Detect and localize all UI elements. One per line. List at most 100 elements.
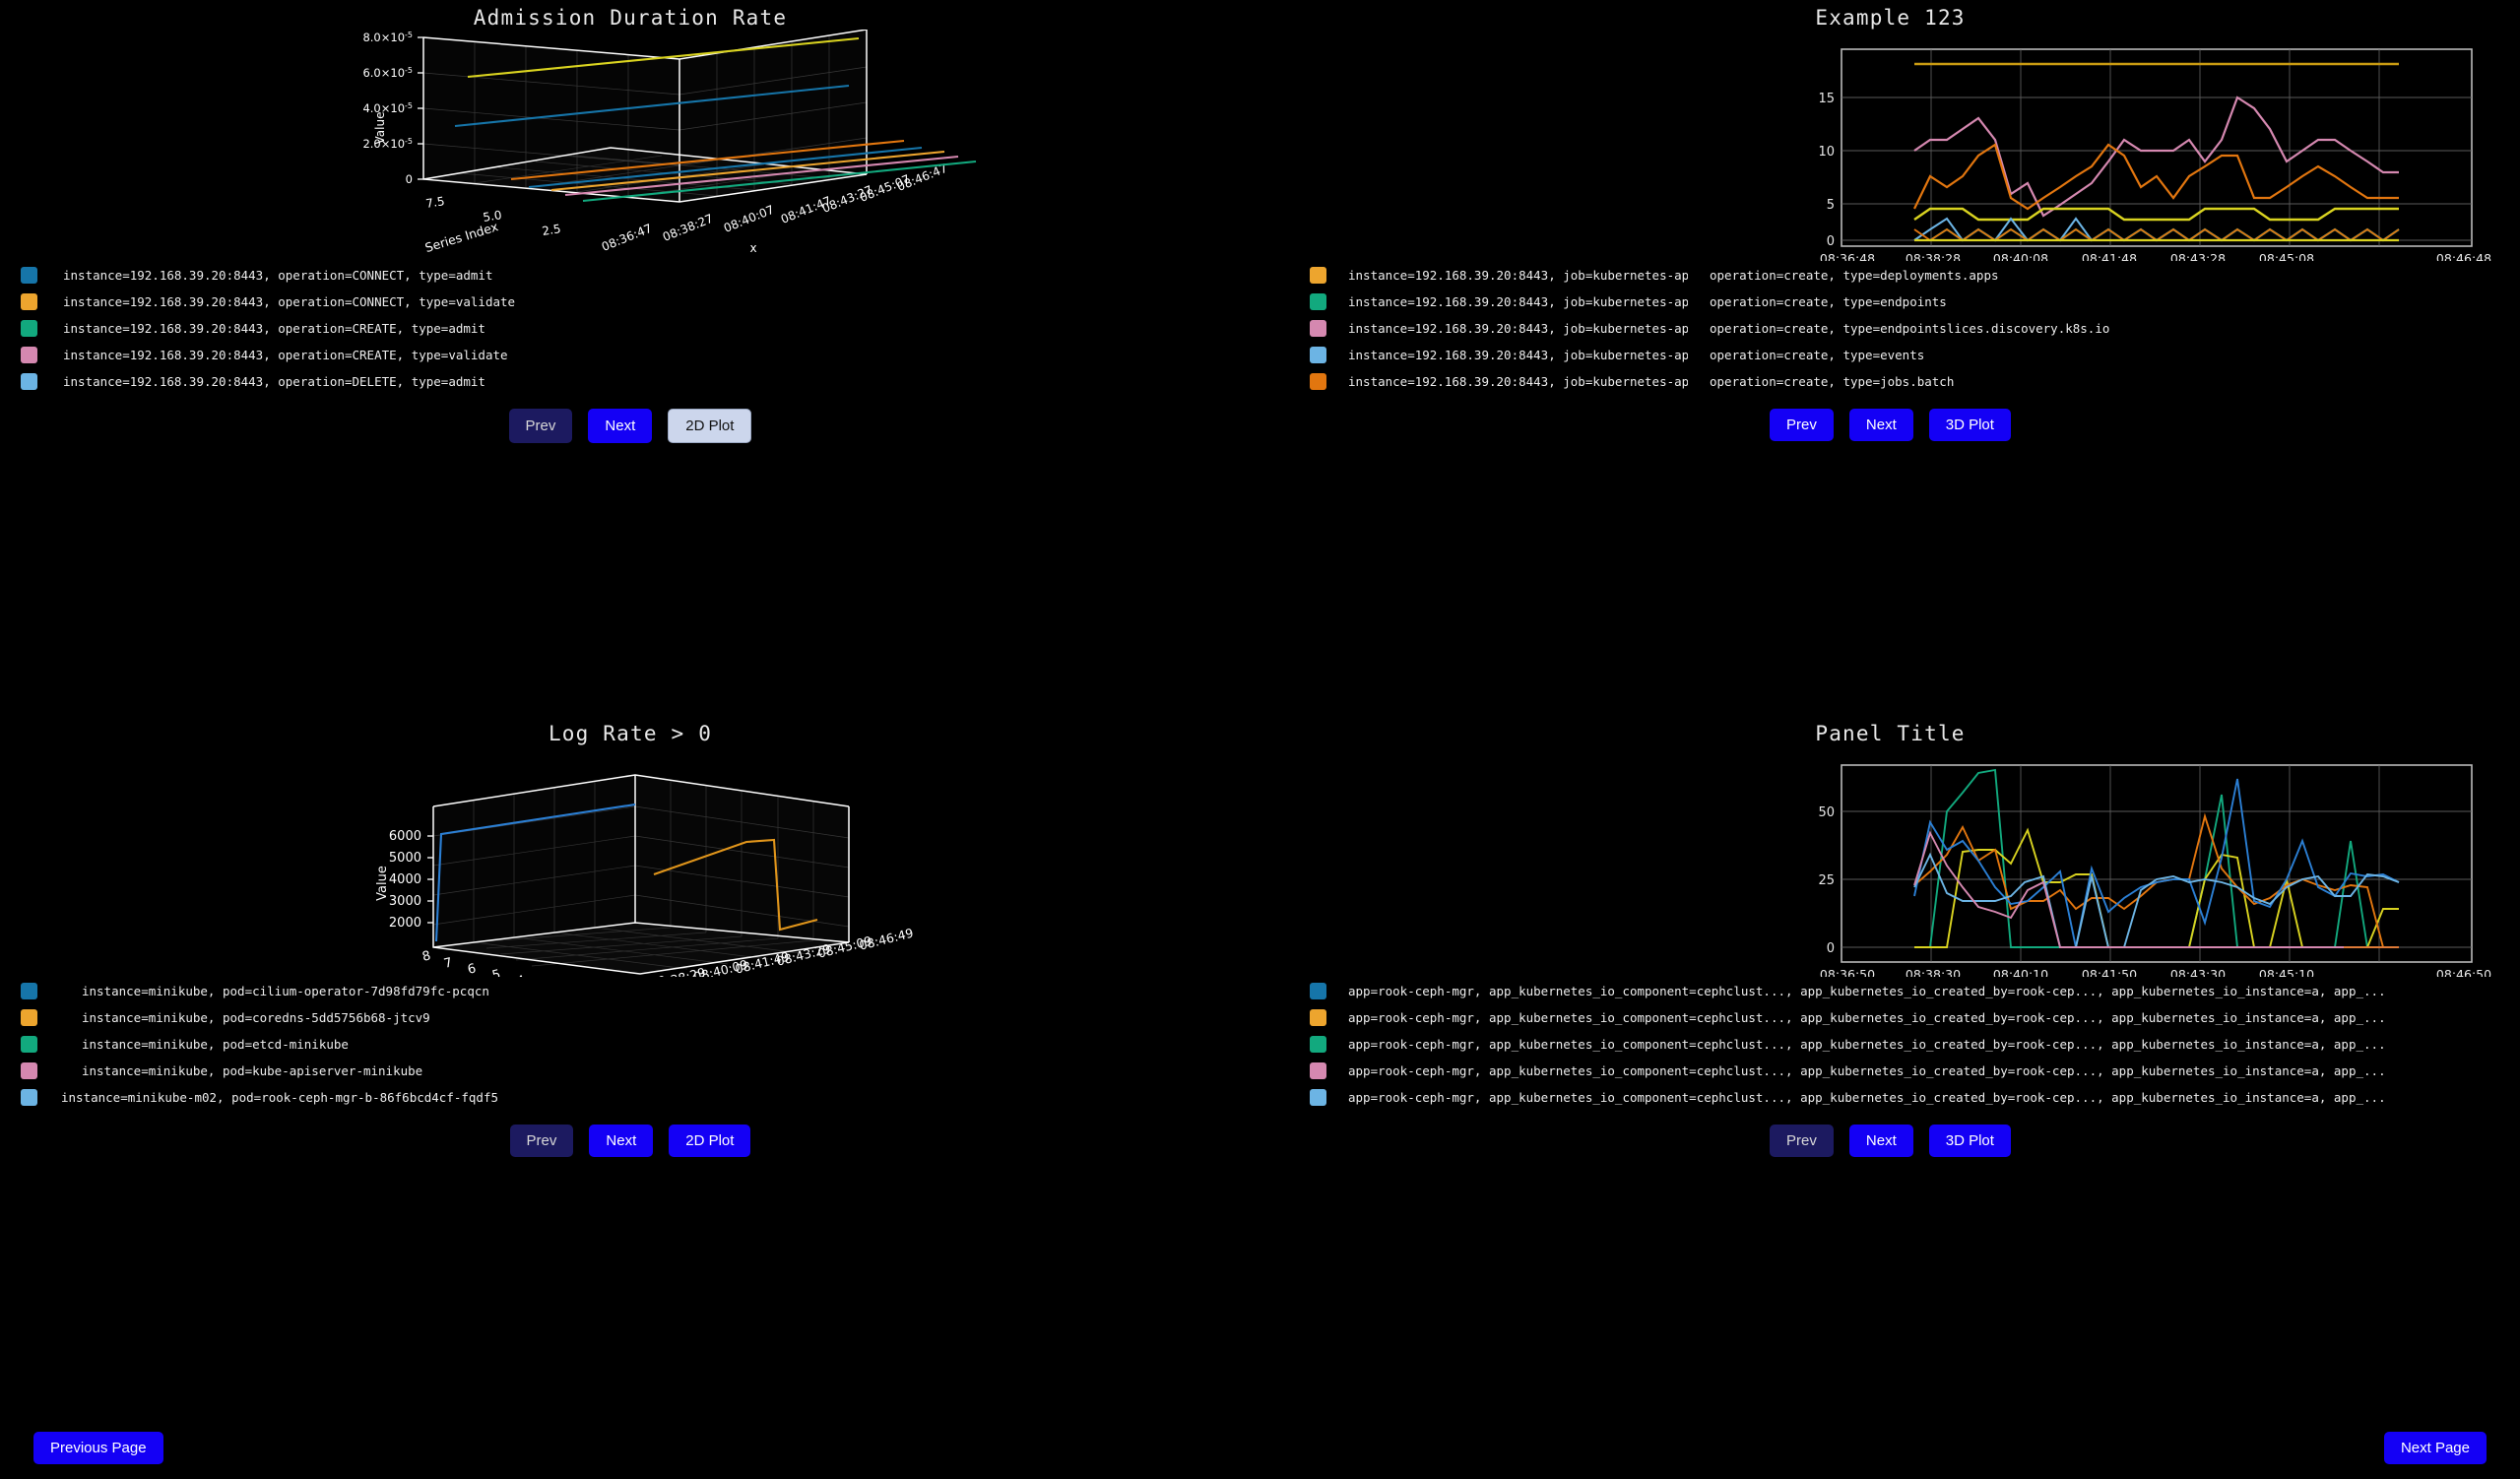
previous-page-button[interactable]: Previous Page [33,1432,163,1464]
legend-swatch [1310,347,1326,363]
svg-text:0: 0 [406,172,413,186]
svg-text:5000: 5000 [389,851,421,866]
legend-swatch [1310,293,1326,310]
legend-swatch [21,320,37,337]
legend-swatch [21,373,37,390]
next-button[interactable]: Next [1849,1125,1913,1157]
plot-2d-svg: 0 25 50 08:36:50 08:38:30 08:40:10 08:41… [1260,745,2520,977]
legend-item[interactable]: instance=192.168.39.20:8443, job=kuberne… [1260,289,2520,315]
svg-text:08:45:08: 08:45:08 [2259,251,2314,261]
legend-label: app=rook-ceph-mgr, app_kubernetes_io_com… [1348,1010,2386,1025]
legend-swatch [21,1062,37,1079]
legend-item[interactable]: app=rook-ceph-mgr, app_kubernetes_io_com… [1260,1084,2520,1111]
svg-text:10: 10 [1818,145,1835,160]
legend-label: instance=minikube, pod=coredns-5dd5756b6… [82,1010,430,1025]
svg-text:0: 0 [1827,941,1835,956]
legend-swatch [1310,1036,1326,1053]
legend-label-part-b: operation=create, type=jobs.batch [1710,374,1954,389]
legend-item[interactable]: instance=minikube, pod=etcd-minikube [0,1031,1260,1058]
legend-item[interactable]: instance=minikube, pod=cilium-operator-7… [0,978,1260,1004]
prev-button[interactable]: Prev [509,409,573,443]
svg-text:4: 4 [515,973,527,977]
svg-text:Series Index: Series Index [423,219,500,255]
legend-item[interactable]: instance=192.168.39.20:8443, job=kuberne… [1260,262,2520,289]
panel-panel-title: Panel Title 0 25 50 [1260,716,2520,1418]
legend-label-part-a: instance=192.168.39.20:8443, job=kuberne… [1348,374,1688,389]
legend-swatch [1310,983,1326,999]
legend-label: instance=minikube, pod=kube-apiserver-mi… [82,1063,422,1078]
legend-item[interactable]: instance=minikube, pod=kube-apiserver-mi… [0,1058,1260,1084]
legend-item[interactable]: app=rook-ceph-mgr, app_kubernetes_io_com… [1260,1031,2520,1058]
svg-text:7: 7 [442,955,454,972]
prev-button[interactable]: Prev [1770,1125,1834,1157]
plot-2d-svg: 0 5 10 15 08:36:48 08:38:28 08:40:08 08:… [1260,30,2520,261]
svg-text:8.0×10-5: 8.0×10-5 [362,31,413,44]
legend-top-left: instance=192.168.39.20:8443, operation=C… [0,262,1260,395]
legend-bottom-left: instance=minikube, pod=cilium-operator-7… [0,978,1260,1111]
legend-label: app=rook-ceph-mgr, app_kubernetes_io_com… [1348,1090,2386,1105]
svg-text:08:45:10: 08:45:10 [2259,967,2314,977]
legend-swatch [21,983,37,999]
svg-text:08:40:10: 08:40:10 [1993,967,2048,977]
legend-item[interactable]: instance=minikube, pod=coredns-5dd5756b6… [0,1004,1260,1031]
legend-item[interactable]: instance=192.168.39.20:8443, operation=D… [0,368,1260,395]
svg-text:6.0×10-5: 6.0×10-5 [362,66,413,80]
legend-item[interactable]: instance=192.168.39.20:8443, operation=C… [0,342,1260,368]
next-button[interactable]: Next [589,1125,653,1157]
prev-button[interactable]: Prev [1770,409,1834,441]
legend-label: instance=minikube, pod=cilium-operator-7… [82,984,489,998]
legend-label: instance=192.168.39.20:8443, operation=C… [63,321,485,336]
plot-mode-toggle-button[interactable]: 3D Plot [1929,1125,2011,1157]
svg-text:2.5: 2.5 [541,222,561,238]
legend-item[interactable]: app=rook-ceph-mgr, app_kubernetes_io_com… [1260,1004,2520,1031]
next-page-button[interactable]: Next Page [2384,1432,2487,1464]
legend-item[interactable]: instance=192.168.39.20:8443, operation=C… [0,262,1260,289]
panel-controls-bottom-left: Prev Next 2D Plot [0,1125,1260,1157]
svg-text:4.0×10-5: 4.0×10-5 [362,101,413,115]
svg-text:08:41:50: 08:41:50 [2082,967,2137,977]
plot-3d-admission-duration-rate[interactable]: 0 2.0×10-5 4.0×10-5 6.0×10-5 8.0×10-5 Va… [0,30,1260,256]
legend-label: app=rook-ceph-mgr, app_kubernetes_io_com… [1348,1037,2386,1052]
svg-text:08:46:49: 08:46:49 [858,926,915,953]
legend-label-part-b: operation=create, type=deployments.apps [1710,268,1999,283]
legend-item[interactable]: instance=192.168.39.20:8443, job=kuberne… [1260,368,2520,395]
legend-item[interactable]: instance=minikube-m02, pod=rook-ceph-mgr… [0,1084,1260,1111]
next-button[interactable]: Next [1849,409,1913,441]
panel-controls-bottom-right: Prev Next 3D Plot [1260,1125,2520,1157]
legend-swatch [1310,1089,1326,1106]
legend-label: app=rook-ceph-mgr, app_kubernetes_io_com… [1348,984,2386,998]
plot-3d-svg: 6000 5000 4000 3000 2000 Value 8 7 6 5 4… [0,745,1260,977]
svg-text:08:36:50: 08:36:50 [1820,967,1875,977]
panel-title-top-left: Admission Duration Rate [0,0,1260,30]
legend-item[interactable]: app=rook-ceph-mgr, app_kubernetes_io_com… [1260,978,2520,1004]
plot-3d-log-rate[interactable]: 6000 5000 4000 3000 2000 Value 8 7 6 5 4… [0,745,1260,972]
legend-label: instance=192.168.39.20:8443, operation=C… [63,294,515,309]
svg-text:7.5: 7.5 [424,194,445,211]
panel-admission-duration-rate: Admission Duration Rate [0,0,1260,716]
next-button[interactable]: Next [588,409,652,443]
svg-text:0: 0 [1827,234,1835,249]
legend-item[interactable]: instance=192.168.39.20:8443, operation=C… [0,315,1260,342]
plot-2d-panel-title[interactable]: 0 25 50 08:36:50 08:38:30 08:40:10 08:41… [1260,745,2520,972]
legend-label-part-a: instance=192.168.39.20:8443, job=kuberne… [1348,348,1688,362]
dashboard-page: Admission Duration Rate [0,0,2520,1479]
plot-2d-example-123[interactable]: 0 5 10 15 08:36:48 08:38:28 08:40:08 08:… [1260,30,2520,256]
legend-item[interactable]: instance=192.168.39.20:8443, operation=C… [0,289,1260,315]
legend-item[interactable]: instance=192.168.39.20:8443, job=kuberne… [1260,342,2520,368]
svg-text:08:40:07: 08:40:07 [722,203,776,235]
svg-text:08:36:47: 08:36:47 [600,222,654,254]
prev-button[interactable]: Prev [510,1125,574,1157]
legend-swatch [1310,1009,1326,1026]
svg-text:08:38:27: 08:38:27 [661,212,715,244]
legend-item[interactable]: app=rook-ceph-mgr, app_kubernetes_io_com… [1260,1058,2520,1084]
plot-mode-toggle-button[interactable]: 2D Plot [669,1125,750,1157]
svg-text:50: 50 [1818,805,1835,820]
plot-mode-toggle-button[interactable]: 2D Plot [668,409,751,443]
plot-mode-toggle-button[interactable]: 3D Plot [1929,409,2011,441]
legend-swatch [21,267,37,284]
legend-label: app=rook-ceph-mgr, app_kubernetes_io_com… [1348,1063,2386,1078]
svg-text:08:43:28: 08:43:28 [2170,251,2226,261]
legend-swatch [21,1036,37,1053]
legend-label-part-b: operation=create, type=events [1710,348,1924,362]
legend-item[interactable]: instance=192.168.39.20:8443, job=kuberne… [1260,315,2520,342]
